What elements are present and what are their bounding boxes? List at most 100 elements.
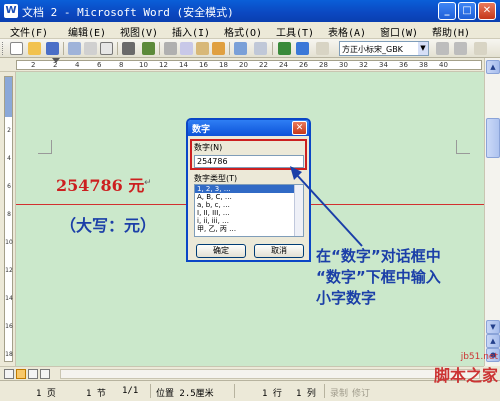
dialog-close-button[interactable]: ✕	[292, 121, 307, 135]
list-item[interactable]: 甲, 乙, 丙 …	[195, 225, 303, 233]
status-column: 1 列	[296, 389, 316, 399]
list-item[interactable]: A, B, C, …	[195, 193, 303, 201]
open-folder-icon[interactable]	[28, 42, 41, 55]
align-justify-icon[interactable]	[454, 42, 467, 55]
research-icon[interactable]	[122, 42, 135, 55]
permission-icon[interactable]	[68, 42, 81, 55]
toolbar-grip[interactable]	[2, 42, 5, 55]
minimize-button[interactable]: _	[438, 2, 456, 20]
format-painter-icon[interactable]	[212, 42, 225, 55]
vruler-number: 2	[7, 127, 11, 134]
cut-icon[interactable]	[164, 42, 177, 55]
menu-format[interactable]: 格式(O)	[224, 24, 262, 39]
menu-edit[interactable]: 编辑(E)	[68, 24, 106, 39]
prev-page-icon[interactable]: ▲	[486, 334, 500, 348]
number-type-list[interactable]: 1, 2, 3, … A, B, C, … a, b, c, … I, II, …	[194, 184, 304, 237]
chevron-down-icon[interactable]: ▼	[418, 42, 428, 55]
menu-file[interactable]: 文件(F)	[10, 24, 48, 39]
save-icon[interactable]	[46, 42, 59, 55]
status-separator	[150, 384, 151, 398]
vruler-number: 10	[5, 239, 13, 246]
menu-table[interactable]: 表格(A)	[328, 24, 366, 39]
scroll-thumb[interactable]	[486, 118, 500, 158]
list-item[interactable]: a, b, c, …	[195, 201, 303, 209]
ruler-number: 34	[379, 61, 388, 69]
watermark-site: jb51.net	[460, 352, 498, 362]
print-icon[interactable]	[84, 42, 97, 55]
normal-view-icon[interactable]	[4, 369, 14, 379]
window-title: 文档 2 - Microsoft Word (安全模式)	[22, 6, 234, 19]
vertical-ruler[interactable]: 2 4 6 8 10 12 14 16 18	[4, 76, 13, 362]
menu-insert[interactable]: 插入(I)	[172, 24, 210, 39]
number-dialog: 数字 ✕ 数字(N) 254786 数字类型(T) 1, 2, 3, … A, …	[186, 118, 311, 262]
page-corner-mark	[38, 140, 52, 154]
annotation-line: 在“数字”对话框中	[316, 247, 441, 265]
ruler-number: 14	[179, 61, 188, 69]
menu-view[interactable]: 视图(V)	[120, 24, 158, 39]
scroll-up-icon[interactable]: ▲	[486, 60, 500, 74]
web-view-icon[interactable]	[16, 369, 26, 379]
close-button[interactable]: ✕	[478, 2, 496, 20]
print-layout-icon[interactable]	[28, 369, 38, 379]
ok-button[interactable]: 确定	[196, 244, 246, 258]
number-input[interactable]: 254786	[194, 155, 304, 168]
status-revision[interactable]: 修订	[352, 386, 370, 399]
align-center-icon[interactable]	[436, 42, 449, 55]
menu-tools[interactable]: 工具(T)	[276, 24, 314, 39]
ruler-number: 30	[339, 61, 348, 69]
status-record[interactable]: 录制	[330, 386, 348, 399]
status-separator	[324, 384, 325, 398]
dialog-title: 数字	[192, 125, 211, 135]
undo-icon[interactable]	[234, 42, 247, 55]
paragraph-mark: ↵	[144, 178, 152, 188]
watermark: jb51.net 脚本之家	[406, 352, 498, 386]
list-scrollbar[interactable]	[294, 185, 303, 236]
list-item[interactable]: 1, 2, 3, …	[195, 185, 303, 193]
ruler-number: 16	[199, 61, 208, 69]
first-line-indent-marker[interactable]	[52, 58, 60, 63]
menu-window[interactable]: 窗口(W)	[380, 24, 418, 39]
status-section: 1 节	[86, 389, 106, 399]
help-icon[interactable]	[296, 42, 309, 55]
status-page: 1 页	[36, 389, 56, 399]
ruler-number: 28	[319, 61, 328, 69]
horizontal-ruler[interactable]: 2 2 4 6 8 10 12 14 16 18 20 22 24 26 28 …	[16, 60, 482, 70]
list-item[interactable]: i, ii, iii, …	[195, 217, 303, 225]
toolbar-overflow-icon[interactable]	[474, 42, 487, 55]
maximize-button[interactable]: □	[458, 2, 476, 20]
ruler-number: 26	[299, 61, 308, 69]
status-pages: 1/1	[122, 386, 139, 396]
vruler-number: 12	[5, 267, 13, 274]
toolbar-separator	[63, 42, 64, 55]
ruler-number: 4	[75, 61, 80, 69]
new-document-icon[interactable]	[10, 42, 23, 55]
word-app-icon: W	[4, 4, 18, 18]
toolbar-options-icon[interactable]	[316, 42, 329, 55]
vertical-scrollbar[interactable]: ▲ ▼ ▲ ●	[484, 58, 500, 366]
annotation-text: 在“数字”对话框中 “数字”下框中输入 小字数字	[316, 246, 486, 309]
redo-icon[interactable]	[254, 42, 267, 55]
hyperlink-icon[interactable]	[278, 42, 291, 55]
vruler-number: 8	[7, 211, 11, 218]
paste-icon[interactable]	[196, 42, 209, 55]
copy-icon[interactable]	[180, 42, 193, 55]
toolbar-separator	[159, 42, 160, 55]
menu-bar: 文件(F) 编辑(E) 视图(V) 插入(I) 格式(O) 工具(T) 表格(A…	[0, 22, 500, 39]
print-preview-icon[interactable]	[100, 42, 113, 55]
spelling-icon[interactable]	[142, 42, 155, 55]
dialog-title-bar[interactable]: 数字 ✕	[188, 120, 309, 136]
ruler-number: 40	[439, 61, 448, 69]
annotation-line: “数字”下框中输入	[316, 268, 441, 286]
ruler-number: 10	[139, 61, 148, 69]
cancel-button[interactable]: 取消	[254, 244, 304, 258]
vruler-number: 16	[5, 323, 13, 330]
font-select[interactable]: 方正小标宋_GBK ▼	[339, 41, 429, 56]
ruler-number: 32	[359, 61, 368, 69]
menu-help[interactable]: 帮助(H)	[432, 24, 470, 39]
ruler-number: 6	[97, 61, 102, 69]
reading-view-icon[interactable]	[40, 369, 50, 379]
list-item[interactable]: I, II, III, …	[195, 209, 303, 217]
ruler-number: 2	[31, 61, 36, 69]
title-bar: W 文档 2 - Microsoft Word (安全模式) _ □ ✕	[0, 0, 500, 22]
scroll-down-icon[interactable]: ▼	[486, 320, 500, 334]
